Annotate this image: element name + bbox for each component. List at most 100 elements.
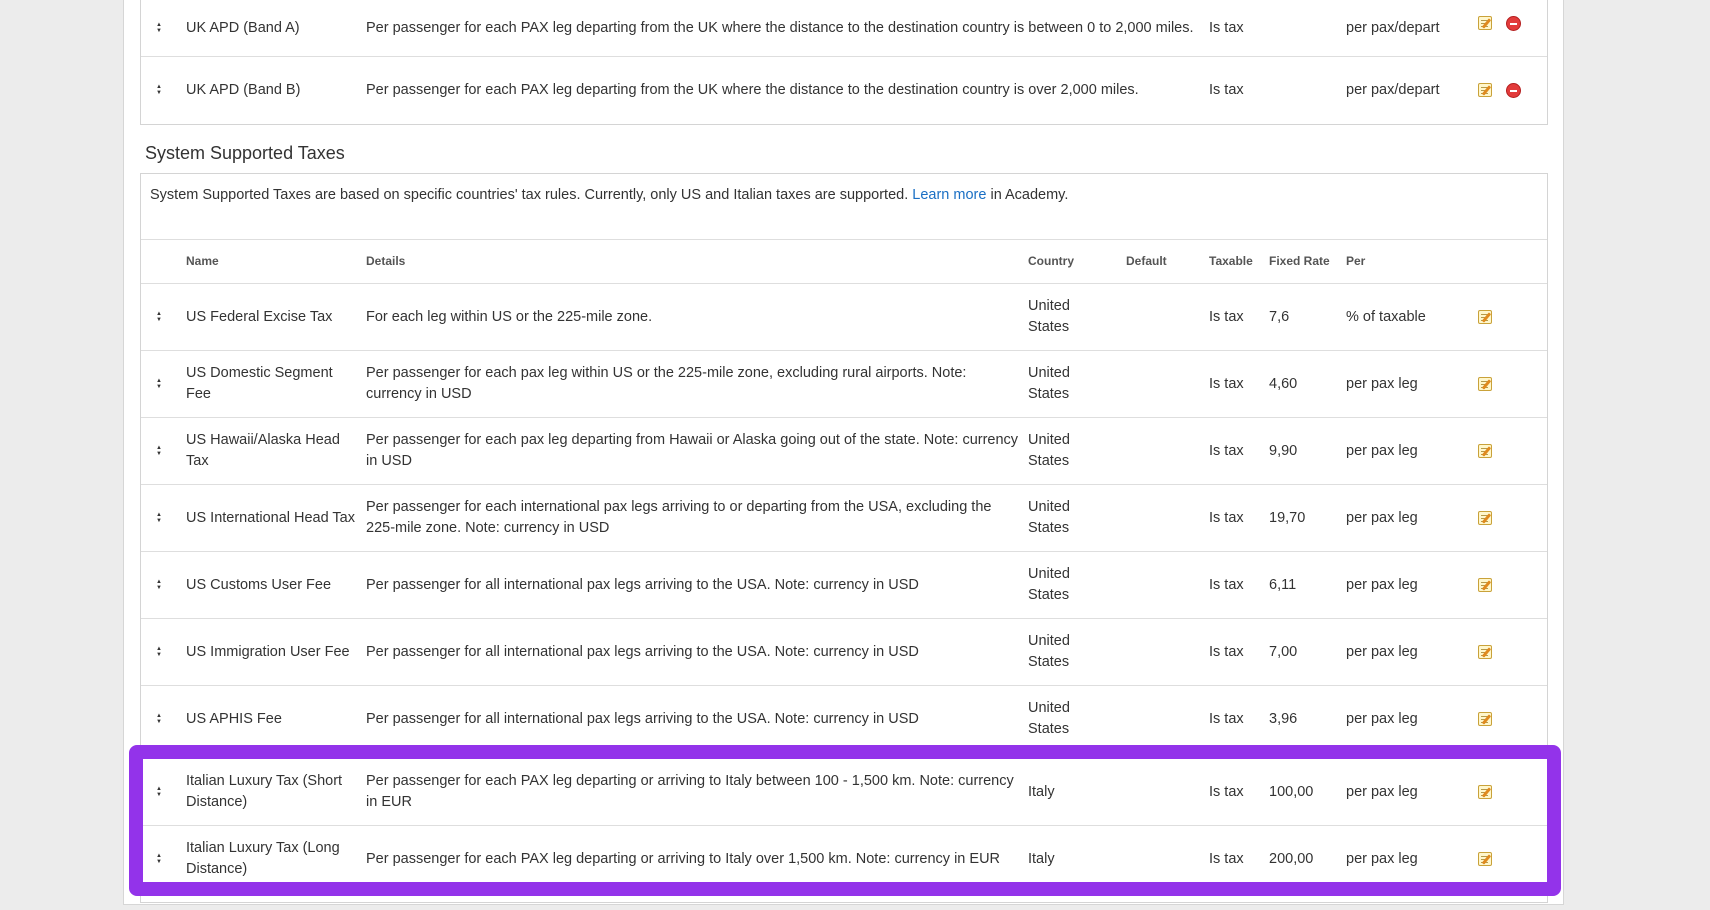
tax-fixed-rate: 3,96 (1269, 710, 1298, 727)
tax-name: US Immigration User Fee (186, 643, 350, 660)
tax-country: United States (1028, 566, 1070, 603)
table-row: ▲ ▼ Italian Luxury Tax (Short Distance) P… (141, 759, 1547, 826)
tax-fixed-rate: 100,00 (1269, 783, 1314, 800)
column-per: Per (1346, 254, 1366, 268)
sort-arrows-icon[interactable]: ▲ ▼ (149, 619, 169, 685)
tax-taxable: Is tax (1209, 576, 1244, 593)
description-suffix: in Academy. (990, 187, 1069, 203)
tax-taxable: Is tax (1209, 643, 1244, 660)
table-row: ▲ ▼ UK APD (Band B) Per passenger for eac… (141, 57, 1547, 123)
sort-arrows-icon[interactable]: ▲ ▼ (149, 57, 169, 123)
tax-details: Per passenger for all international pax … (366, 710, 919, 727)
tax-per: per pax leg (1346, 710, 1418, 727)
edit-pencil-icon[interactable] (1478, 16, 1492, 30)
edit-pencil-icon[interactable] (1478, 578, 1492, 592)
tax-fixed-rate: 200,00 (1269, 850, 1314, 867)
tax-country: United States (1028, 298, 1070, 335)
column-details: Details (366, 254, 406, 268)
table-row: ▲ ▼ US Domestic Segment Fee Per passenger… (141, 351, 1547, 418)
table-header: Name Details Country Default Taxable Fix… (141, 240, 1547, 284)
tax-name: US Federal Excise Tax (186, 308, 333, 325)
tax-name: US Hawaii/Alaska Head Tax (186, 432, 340, 469)
edit-pencil-icon[interactable] (1478, 83, 1492, 97)
table-row: ▲ ▼ US APHIS Fee Per passenger for all in… (141, 686, 1547, 753)
tax-taxable: Is tax (1209, 710, 1244, 727)
tax-name: US APHIS Fee (186, 710, 282, 727)
learn-more-link[interactable]: Learn more (912, 187, 986, 203)
section-description: System Supported Taxes are based on spec… (150, 187, 1068, 203)
tax-country: United States (1028, 499, 1070, 536)
edit-pencil-icon[interactable] (1478, 444, 1492, 458)
tax-details: Per passenger for each pax leg departing… (366, 432, 1019, 469)
tax-per: per pax/depart (1346, 19, 1440, 36)
tax-fixed-rate: 7,6 (1269, 308, 1290, 325)
edit-pencil-icon[interactable] (1478, 511, 1492, 525)
tax-fixed-rate: 4,60 (1269, 375, 1298, 392)
tax-per: % of taxable (1346, 308, 1426, 325)
tax-taxable: Is tax (1209, 19, 1244, 36)
tax-per: per pax leg (1346, 643, 1418, 660)
tax-country: Italy (1028, 850, 1055, 867)
tax-taxable: Is tax (1209, 375, 1244, 392)
table-row: ▲ ▼ US International Head Tax Per passeng… (141, 485, 1547, 552)
sort-arrows-icon[interactable]: ▲ ▼ (149, 284, 169, 350)
tax-details: Per passenger for each PAX leg departing… (366, 81, 1139, 98)
edit-pencil-icon[interactable] (1478, 310, 1492, 324)
table-row: ▲ ▼ US Customs User Fee Per passenger for… (141, 552, 1547, 619)
tax-country: United States (1028, 432, 1070, 469)
sort-arrows-icon[interactable]: ▲ ▼ (149, 485, 169, 551)
tax-per: per pax leg (1346, 442, 1418, 459)
tax-details: For each leg within US or the 225-mile z… (366, 308, 653, 325)
sort-arrows-icon[interactable]: ▲ ▼ (149, 826, 169, 892)
tax-fixed-rate: 6,11 (1269, 576, 1297, 593)
tax-per: per pax/depart (1346, 81, 1440, 98)
tax-country: United States (1028, 365, 1070, 402)
sort-arrows-icon[interactable]: ▲ ▼ (149, 552, 169, 618)
tax-fixed-rate: 19,70 (1269, 509, 1306, 526)
tax-taxable: Is tax (1209, 442, 1244, 459)
tax-fixed-rate: 9,90 (1269, 442, 1298, 459)
edit-pencil-icon[interactable] (1478, 645, 1492, 659)
column-country: Country (1028, 254, 1074, 268)
tax-per: per pax leg (1346, 375, 1418, 392)
tax-details: Per passenger for all international pax … (366, 576, 919, 593)
tax-details: Per passenger for all international pax … (366, 643, 919, 660)
delete-minus-icon[interactable] (1506, 83, 1521, 98)
tax-per: per pax leg (1346, 783, 1418, 800)
column-taxable: Taxable (1209, 254, 1253, 268)
section-title: System Supported Taxes (145, 143, 345, 163)
tax-country: United States (1028, 700, 1070, 737)
column-default: Default (1126, 254, 1167, 268)
system-taxes-table: System Supported Taxes are based on spec… (140, 173, 1548, 903)
column-fixed-rate: Fixed Rate (1269, 254, 1330, 268)
tax-details: Per passenger for each PAX leg departing… (366, 850, 1001, 867)
tax-taxable: Is tax (1209, 509, 1244, 526)
tax-per: per pax leg (1346, 576, 1418, 593)
delete-minus-icon[interactable] (1506, 16, 1521, 31)
tax-taxable: Is tax (1209, 81, 1244, 98)
tax-details: Per passenger for each international pax… (366, 499, 992, 536)
table-row: ▲ ▼ UK APD (Band A) Per passenger for eac… (141, 0, 1547, 57)
table-row: ▲ ▼ Italian Luxury Tax (Long Distance) Pe… (141, 826, 1547, 892)
custom-taxes-table: ▲ ▼ UK APD (Band A) Per passenger for eac… (140, 0, 1548, 125)
edit-pencil-icon[interactable] (1478, 785, 1492, 799)
edit-pencil-icon[interactable] (1478, 712, 1492, 726)
tax-taxable: Is tax (1209, 850, 1244, 867)
tax-country: Italy (1028, 783, 1055, 800)
tax-per: per pax leg (1346, 509, 1418, 526)
tax-name: Italian Luxury Tax (Short Distance) (186, 773, 343, 810)
sort-arrows-icon[interactable]: ▲ ▼ (149, 759, 169, 825)
sort-arrows-icon[interactable]: ▲ ▼ (149, 418, 169, 484)
sort-arrows-icon[interactable]: ▲ ▼ (149, 0, 169, 56)
tax-per: per pax leg (1346, 850, 1418, 867)
edit-pencil-icon[interactable] (1478, 377, 1492, 391)
tax-name: US International Head Tax (186, 509, 356, 526)
tax-name: Italian Luxury Tax (Long Distance) (186, 840, 340, 877)
edit-pencil-icon[interactable] (1478, 852, 1492, 866)
description-row: System Supported Taxes are based on spec… (141, 174, 1547, 240)
sort-arrows-icon[interactable]: ▲ ▼ (149, 686, 169, 752)
sort-arrows-icon[interactable]: ▲ ▼ (149, 351, 169, 417)
table-row: ▲ ▼ US Immigration User Fee Per passenger… (141, 619, 1547, 686)
tax-name: US Domestic Segment Fee (186, 365, 333, 402)
table-row: ▲ ▼ US Federal Excise Tax For each leg wi… (141, 284, 1547, 351)
